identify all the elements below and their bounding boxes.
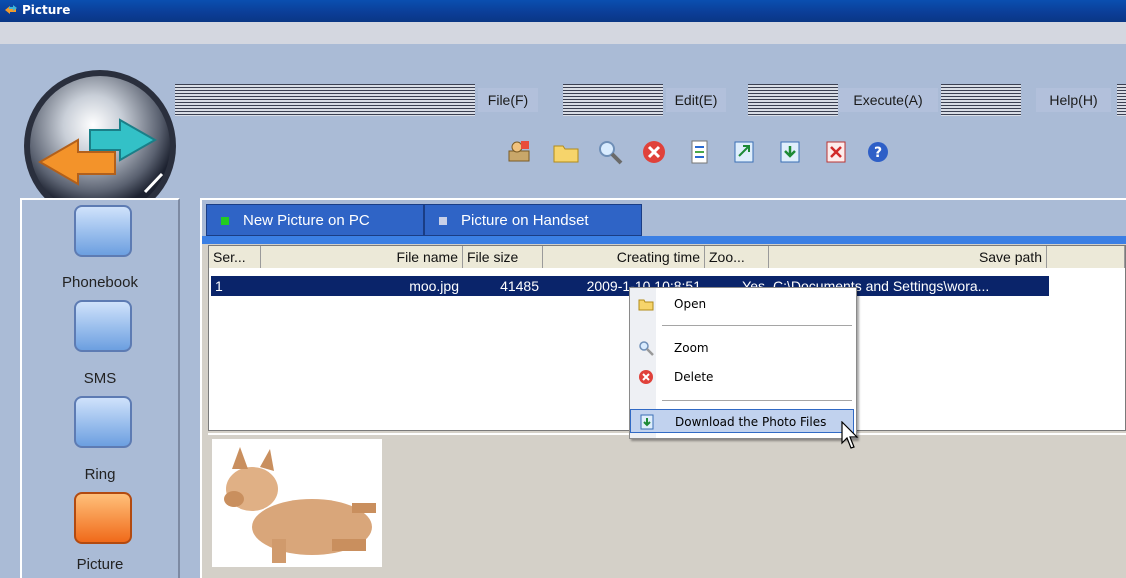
tab-underline (202, 236, 1126, 244)
column-header-ser[interactable]: Ser... (209, 246, 261, 268)
tab-label: New Picture on PC (243, 212, 370, 229)
remove-icon[interactable] (821, 137, 851, 167)
download-icon (640, 414, 654, 430)
open-folder-icon[interactable] (551, 137, 581, 167)
menu-execute[interactable]: Execute(A) (838, 88, 938, 112)
app-arrows-icon (5, 5, 17, 14)
help-icon[interactable]: ? (863, 137, 893, 167)
column-header-file-name[interactable]: File name (261, 246, 463, 268)
open-folder-icon (638, 299, 654, 311)
mouse-cursor-icon (841, 421, 859, 449)
context-menu-label: Open (674, 297, 707, 311)
sms-icon (74, 300, 132, 352)
menu-help[interactable]: Help(H) (1036, 88, 1111, 112)
list-header: Ser... File name File size Creating time… (209, 246, 1125, 268)
menu-stripes (563, 84, 663, 116)
delete-icon (639, 370, 653, 384)
context-menu-label: Zoom (674, 341, 709, 355)
menu-bar: File(F) Edit(E) Execute(A) Help(H) (175, 84, 1126, 116)
sidebar-item-label: Phonebook (62, 274, 138, 291)
column-header-file-size[interactable]: File size (463, 246, 543, 268)
window-title: Picture (22, 3, 71, 17)
phonebook-icon (74, 205, 132, 257)
pig-photo-thumbnail[interactable] (212, 439, 382, 567)
preview-pane (208, 433, 1126, 578)
column-header-empty (1047, 246, 1125, 268)
context-menu-item-download[interactable]: Download the Photo Files (630, 409, 854, 433)
svg-text:?: ? (874, 145, 882, 161)
context-menu-separator (662, 400, 852, 401)
context-menu-separator (662, 325, 852, 326)
tab-marker (221, 217, 229, 226)
context-menu-item-delete[interactable]: Delete (630, 365, 854, 389)
sidebar-item-label: SMS (83, 370, 117, 387)
context-menu-label: Delete (674, 370, 714, 384)
column-header-creating-time[interactable]: Creating time (543, 246, 705, 268)
menu-stripes (748, 84, 838, 116)
cell-file-size: 41485 (500, 278, 539, 294)
delete-icon[interactable] (639, 137, 669, 167)
edit-document-icon[interactable] (685, 137, 715, 167)
zoom-icon (639, 341, 654, 356)
cell-ser: 1 (215, 278, 223, 294)
download-icon[interactable] (775, 137, 805, 167)
column-header-save-path[interactable]: Save path (769, 246, 1047, 268)
context-menu-item-zoom[interactable]: Zoom (630, 336, 854, 360)
cell-file-name: moo.jpg (409, 278, 459, 294)
sidebar: Phonebook SMS Ring Picture (20, 198, 180, 578)
tab-new-picture-on-pc[interactable]: New Picture on PC (206, 204, 424, 236)
menu-edit[interactable]: Edit(E) (666, 88, 726, 112)
menu-file[interactable]: File(F) (478, 88, 538, 112)
context-menu: Open Zoom Delete Download the Photo File… (629, 287, 857, 439)
header (0, 44, 1126, 222)
title-strip (0, 22, 1126, 45)
tab-picture-on-handset[interactable]: Picture on Handset (424, 204, 642, 236)
menu-stripes (175, 84, 475, 116)
context-menu-label: Download the Photo Files (675, 415, 827, 429)
column-header-zoom[interactable]: Zoo... (705, 246, 769, 268)
sidebar-item-label: Ring (84, 466, 116, 483)
zoom-icon[interactable] (595, 137, 625, 167)
ring-icon (74, 396, 132, 448)
upload-icon[interactable] (729, 137, 759, 167)
title-bar: Picture (0, 0, 1126, 22)
menu-stripes (941, 84, 1021, 116)
tab-strip: New Picture on PC Picture on Handset (202, 200, 1126, 240)
tab-marker (439, 217, 447, 226)
contacts-icon[interactable] (505, 137, 535, 167)
picture-icon (74, 492, 132, 544)
context-menu-item-open[interactable]: Open (630, 292, 854, 316)
tab-label: Picture on Handset (461, 212, 589, 229)
sidebar-item-label: Picture (76, 556, 124, 573)
menu-stripes (1117, 84, 1126, 116)
